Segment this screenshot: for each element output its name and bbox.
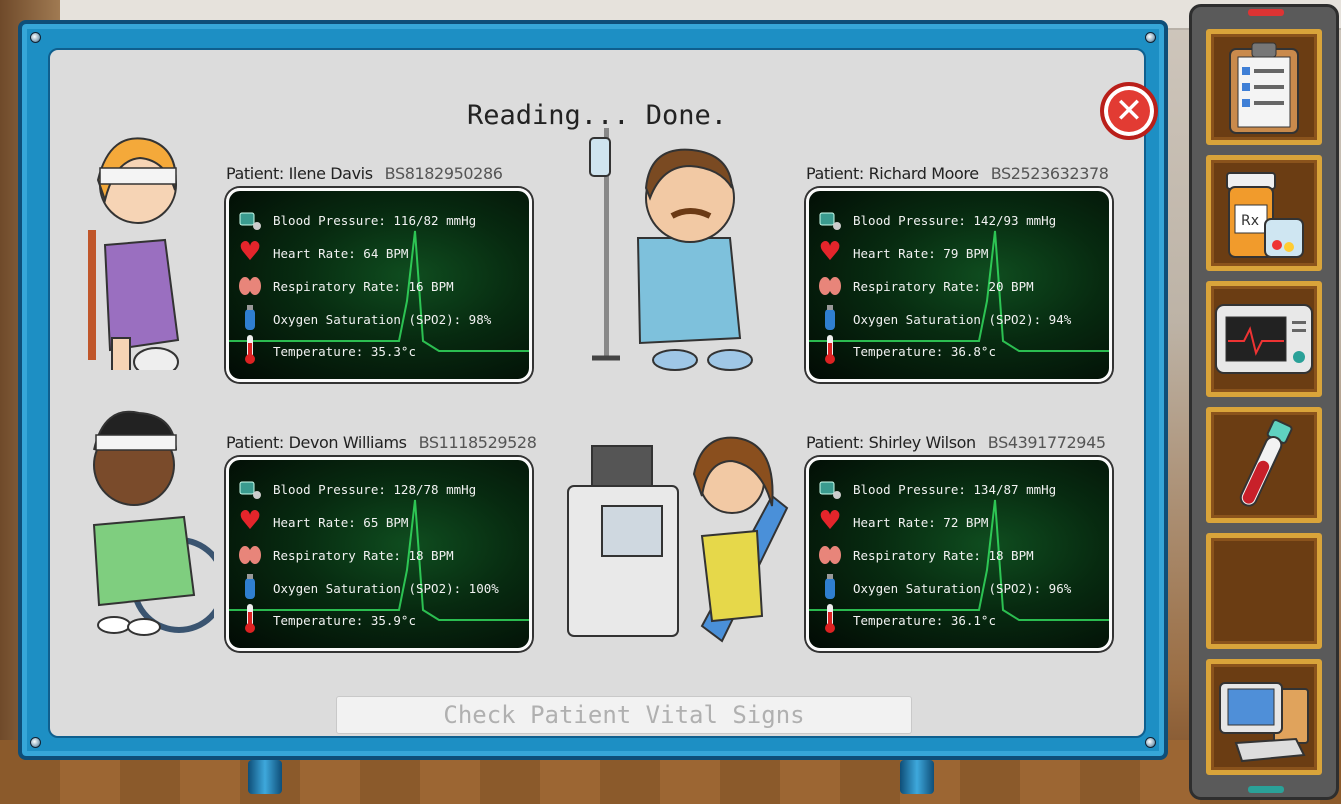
patient-name-label: Patient: Devon Williams BS1118529528 xyxy=(226,433,537,452)
screw-icon xyxy=(1145,737,1156,748)
thermometer-icon xyxy=(237,335,263,364)
oxygen-saturation-value: Oxygen Saturation (SPO2): 94% xyxy=(853,312,1072,327)
oxygen-saturation-value: Oxygen Saturation (SPO2): 98% xyxy=(273,312,492,327)
patient-name-label: Patient: Shirley Wilson BS4391772945 xyxy=(806,433,1106,452)
patient-id: BS8182950286 xyxy=(384,164,503,183)
clipboard-icon xyxy=(1229,42,1299,134)
sidebar-item-computer[interactable] xyxy=(1206,659,1322,775)
vitals-monitor: Blood Pressure: 116/82 mmHg ♥ Heart Rate… xyxy=(226,188,532,382)
blood-tube-icon xyxy=(1239,419,1293,507)
sidebar-item-empty[interactable] xyxy=(1206,533,1322,649)
patient-name: Patient: Richard Moore xyxy=(806,164,979,183)
heart-rate-value: Heart Rate: 72 BPM xyxy=(853,515,989,530)
screw-icon xyxy=(1145,32,1156,43)
board-panel: Reading... Done. ✕ Patient: Ilene Davis … xyxy=(48,48,1158,738)
patient-illustration-wheelchair xyxy=(92,410,214,636)
blood-pressure-value: Blood Pressure: 142/93 mmHg xyxy=(853,213,1057,228)
temperature-value: Temperature: 35.3°c xyxy=(273,344,416,359)
oxygen-tank-icon xyxy=(237,305,263,331)
temperature-value: Temperature: 36.8°c xyxy=(853,344,996,359)
oxygen-tank-icon xyxy=(817,305,843,331)
blood-pressure-value: Blood Pressure: 128/78 mmHg xyxy=(273,482,477,497)
computer-icon xyxy=(1219,682,1309,763)
sidebar-item-blood-tube[interactable] xyxy=(1206,407,1322,523)
thermometer-icon xyxy=(237,604,263,633)
sidebar-item-medicine[interactable]: Rx xyxy=(1206,155,1322,271)
blood-pressure-icon xyxy=(817,476,843,502)
patient-name-label: Patient: Richard Moore BS2523632378 xyxy=(806,164,1109,183)
heart-rate-value: Heart Rate: 79 BPM xyxy=(853,246,989,261)
blood-pressure-icon xyxy=(237,476,263,502)
patient-illustration-crutch xyxy=(88,137,180,370)
respiratory-rate-value: Respiratory Rate: 16 BPM xyxy=(273,279,454,294)
respiratory-rate-value: Respiratory Rate: 20 BPM xyxy=(853,279,1034,294)
patient-illustration-iv xyxy=(589,128,753,371)
oxygen-saturation-value: Oxygen Saturation (SPO2): 100% xyxy=(273,581,499,596)
respiratory-rate-value: Respiratory Rate: 18 BPM xyxy=(273,548,454,563)
patient-id: BS2523632378 xyxy=(990,164,1109,183)
vitals-monitor: Blood Pressure: 134/87 mmHg ♥ Heart Rate… xyxy=(806,457,1112,651)
vitals-monitor: Blood Pressure: 128/78 mmHg ♥ Heart Rate… xyxy=(226,457,532,651)
heart-icon: ♥ xyxy=(238,506,262,536)
lungs-icon xyxy=(817,272,843,298)
oxygen-tank-icon xyxy=(817,574,843,600)
screw-icon xyxy=(30,32,41,43)
blood-pressure-value: Blood Pressure: 134/87 mmHg xyxy=(853,482,1057,497)
check-vital-signs-button[interactable]: Check Patient Vital Signs xyxy=(336,696,912,734)
oxygen-tank-icon xyxy=(237,574,263,600)
board-leg-right xyxy=(900,760,934,794)
board-leg-left xyxy=(248,760,282,794)
sidebar-item-monitor[interactable] xyxy=(1206,281,1322,397)
sidebar-top-cap xyxy=(1248,9,1284,16)
patient-name: Patient: Shirley Wilson xyxy=(806,433,976,452)
lungs-icon xyxy=(237,541,263,567)
temperature-value: Temperature: 35.9°c xyxy=(273,613,416,628)
vital-signs-board: Reading... Done. ✕ Patient: Ilene Davis … xyxy=(18,20,1168,760)
patient-name-label: Patient: Ilene Davis BS8182950286 xyxy=(226,164,503,183)
sidebar-bottom-cap xyxy=(1248,786,1284,793)
patient-id: BS4391772945 xyxy=(987,433,1106,452)
page-title: Reading... Done. xyxy=(466,100,728,131)
close-button[interactable]: ✕ xyxy=(1100,82,1158,140)
lungs-icon xyxy=(237,272,263,298)
heart-icon: ♥ xyxy=(238,237,262,267)
screw-icon xyxy=(30,737,41,748)
lungs-icon xyxy=(817,541,843,567)
respiratory-rate-value: Respiratory Rate: 18 BPM xyxy=(853,548,1034,563)
heart-icon: ♥ xyxy=(818,237,842,267)
heart-rate-value: Heart Rate: 64 BPM xyxy=(273,246,409,261)
heart-rate-value: Heart Rate: 65 BPM xyxy=(273,515,409,530)
thermometer-icon xyxy=(817,335,843,364)
close-icon: ✕ xyxy=(1114,91,1144,131)
heart-icon: ♥ xyxy=(818,506,842,536)
svg-text:Rx: Rx xyxy=(1241,213,1259,229)
patient-illustration-dialysis xyxy=(567,436,789,643)
blood-pressure-value: Blood Pressure: 116/82 mmHg xyxy=(273,213,477,228)
tool-sidebar: Rx xyxy=(1189,4,1339,800)
patient-id: BS1118529528 xyxy=(418,433,537,452)
vitals-monitor: Blood Pressure: 142/93 mmHg ♥ Heart Rate… xyxy=(806,188,1112,382)
sidebar-item-clipboard[interactable] xyxy=(1206,29,1322,145)
monitor-icon xyxy=(1215,304,1313,374)
blood-pressure-icon xyxy=(817,207,843,233)
patient-name: Patient: Devon Williams xyxy=(226,433,407,452)
medicine-icon: Rx xyxy=(1226,172,1304,258)
oxygen-saturation-value: Oxygen Saturation (SPO2): 96% xyxy=(853,581,1072,596)
thermometer-icon xyxy=(817,604,843,633)
patient-name: Patient: Ilene Davis xyxy=(226,164,373,183)
temperature-value: Temperature: 36.1°c xyxy=(853,613,996,628)
blood-pressure-icon xyxy=(237,207,263,233)
